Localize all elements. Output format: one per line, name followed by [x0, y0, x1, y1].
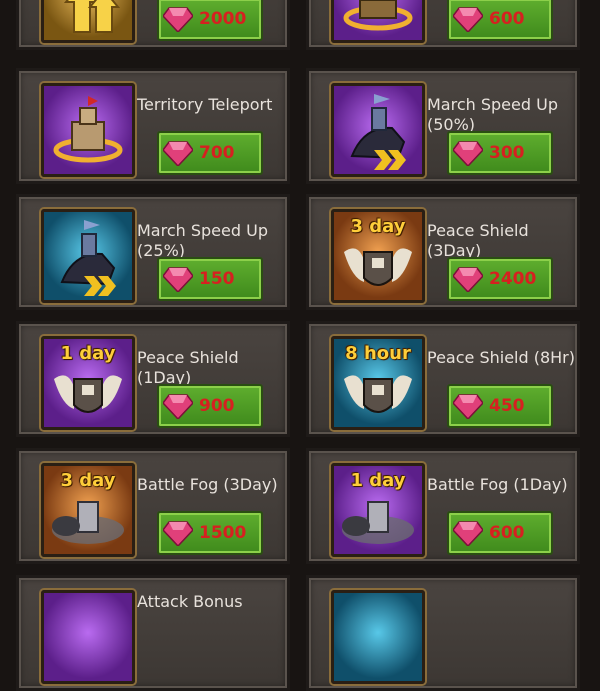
shop-item-peace-shield-1day: 1 day Peace Shield (1Day) 900	[16, 321, 290, 437]
gem-icon	[453, 521, 483, 546]
buy-button[interactable]: 2400	[447, 257, 553, 301]
gem-icon	[453, 7, 483, 32]
item-name: Territory Teleport	[137, 95, 273, 114]
price-label: 600	[489, 523, 525, 543]
attack-icon	[41, 590, 135, 684]
item-name: Attack Bonus	[137, 592, 243, 611]
gem-icon	[163, 521, 193, 546]
shop-item-0: 2000	[16, 0, 290, 50]
price-label: 300	[489, 143, 525, 163]
upgrade-arrows-icon	[41, 0, 135, 43]
buy-button[interactable]: 150	[157, 257, 263, 301]
price-label: 700	[199, 143, 235, 163]
price-label: 450	[489, 396, 525, 416]
shield-icon: 1 day	[41, 336, 135, 430]
shop-item-territory-teleport: Territory Teleport 700	[16, 68, 290, 184]
shop-item-11	[306, 575, 580, 691]
shop-item-march-speed-50: March Speed Up (50%) 300	[306, 68, 580, 184]
buy-button[interactable]: 900	[157, 384, 263, 428]
gem-icon	[453, 141, 483, 166]
item-name: March Speed Up (25%)	[137, 221, 268, 260]
buy-button[interactable]: 1500	[157, 511, 263, 555]
gem-icon	[163, 141, 193, 166]
gem-icon	[163, 7, 193, 32]
blue-item-icon	[331, 590, 425, 684]
item-name: Battle Fog (3Day)	[137, 475, 278, 494]
duration-badge: 1 day	[60, 343, 116, 364]
price-label: 2400	[489, 269, 537, 289]
item-name: Peace Shield (8Hr)	[427, 348, 575, 367]
fog-knight-icon: 1 day	[331, 463, 425, 557]
gem-icon	[163, 394, 193, 419]
shop-item-march-speed-25: March Speed Up (25%) 150	[16, 194, 290, 310]
shop-item-battle-fog-1day: 1 day Battle Fog (1Day) 600	[306, 448, 580, 564]
shop-item-battle-fog-3day: 3 day Battle Fog (3Day) 1500	[16, 448, 290, 564]
item-name: Peace Shield (3Day)	[427, 221, 529, 260]
duration-badge: 3 day	[60, 470, 116, 491]
shop-item-attack-bonus: Attack Bonus	[16, 575, 290, 691]
price-label: 2000	[199, 9, 247, 29]
shield-icon: 8 hour	[331, 336, 425, 430]
price-label: 150	[199, 269, 235, 289]
price-label: 900	[199, 396, 235, 416]
shield-icon: 3 day	[331, 209, 425, 303]
buy-button[interactable]: 2000	[157, 0, 263, 41]
item-name: Peace Shield (1Day)	[137, 348, 239, 387]
item-name: March Speed Up (50%)	[427, 95, 558, 134]
buy-button[interactable]: 450	[447, 384, 553, 428]
buy-button[interactable]: 600	[447, 511, 553, 555]
knight-march-icon	[331, 83, 425, 177]
duration-badge: 1 day	[350, 470, 406, 491]
buy-button[interactable]: 700	[157, 131, 263, 175]
gem-icon	[163, 267, 193, 292]
shop-item-peace-shield-8hr: 8 hour Peace Shield (8Hr) 450	[306, 321, 580, 437]
castle-teleport-icon	[41, 83, 135, 177]
duration-badge: 8 hour	[345, 343, 411, 364]
gem-icon	[453, 267, 483, 292]
fog-knight-icon: 3 day	[41, 463, 135, 557]
buy-button[interactable]: 300	[447, 131, 553, 175]
duration-badge: 3 day	[350, 216, 406, 237]
price-label: 600	[489, 9, 525, 29]
item-name: Battle Fog (1Day)	[427, 475, 568, 494]
shop-item-peace-shield-3day: 3 day Peace Shield (3Day) 2400	[306, 194, 580, 310]
price-label: 1500	[199, 523, 247, 543]
buy-button[interactable]: 600	[447, 0, 553, 41]
relocate-chest-icon	[331, 0, 425, 43]
gem-icon	[453, 394, 483, 419]
shop-item-1: 600	[306, 0, 580, 50]
knight-march-icon	[41, 209, 135, 303]
